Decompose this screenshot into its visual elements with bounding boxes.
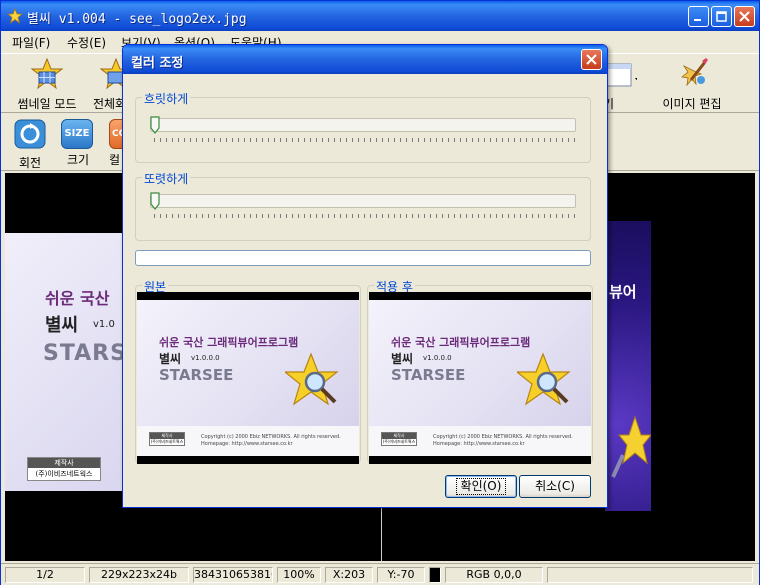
status-x: X:203 bbox=[325, 567, 373, 583]
bg-maker-name: (주)이비즈네트웍스 bbox=[35, 470, 93, 478]
ok-button-label: 확인(O) bbox=[455, 478, 507, 495]
after-group: 적용 후 쉬운 국산 그래픽뷰어프로그램 별씨 v1.0.0.0 STARSEE… bbox=[367, 278, 593, 464]
sharpen-slider-thumb[interactable] bbox=[150, 192, 160, 210]
app-star-icon bbox=[7, 8, 23, 24]
bg-right-text: 뷰어 bbox=[609, 283, 637, 301]
original-preview: 쉬운 국산 그래픽뷰어프로그램 별씨 v1.0.0.0 STARSEE 제작사 … bbox=[137, 292, 359, 464]
preview-maker-badge: 제작사 (주)이비즈네트웍스 bbox=[149, 432, 185, 446]
preview-version: v1.0.0.0 bbox=[191, 354, 220, 362]
blur-slider-thumb[interactable] bbox=[150, 116, 160, 134]
preview-homepage: Homepage: http://www.starsee.co.kr bbox=[433, 441, 525, 447]
after-preview: 쉬운 국산 그래픽뷰어프로그램 별씨 v1.0.0.0 STARSEE 제작사 … bbox=[369, 292, 591, 464]
minimize-icon bbox=[694, 19, 701, 21]
bg-app-name: 별씨 bbox=[45, 315, 79, 336]
view-button[interactable]: 기 bbox=[603, 58, 643, 112]
status-rgb: RGB 0,0,0 bbox=[445, 567, 543, 583]
progress-bar bbox=[135, 250, 591, 266]
blur-slider-track[interactable] bbox=[150, 118, 576, 132]
edit-brush-icon bbox=[681, 58, 708, 87]
original-preview-image: 쉬운 국산 그래픽뷰어프로그램 별씨 v1.0.0.0 STARSEE 제작사 … bbox=[137, 300, 359, 456]
preview-maker-name: (주)이비즈네트웍스 bbox=[382, 439, 416, 444]
blur-label: 흐릿하게 bbox=[142, 90, 191, 107]
star-magnifier-icon bbox=[517, 352, 571, 406]
size-label: 크기 bbox=[66, 153, 90, 167]
status-y: Y:-70 bbox=[377, 567, 425, 583]
maximize-icon bbox=[716, 11, 727, 22]
rotate-label: 회전 bbox=[18, 156, 42, 170]
close-button[interactable] bbox=[734, 6, 755, 27]
status-bar: 1/2 229x223x24b 384310653816( 100% X:203… bbox=[1, 563, 759, 585]
thumbnail-mode-button[interactable]: 썸네일 모드 bbox=[13, 57, 81, 112]
window-title: 별씨 v1.004 - see_logo2ex.jpg bbox=[27, 12, 247, 27]
sharpen-slider-ticks bbox=[154, 214, 576, 218]
bg-version: v1.0 bbox=[93, 319, 115, 330]
dialog-title: 컬러 조정 bbox=[131, 56, 184, 71]
bg-maker-badge: 제작사 (주)이비즈네트웍스 bbox=[27, 457, 101, 481]
menu-file[interactable]: 파일(F) bbox=[12, 34, 50, 51]
preview-copyright: Copyright (c) 2000 Ebiz NETWORKS. All ri… bbox=[201, 434, 341, 440]
background-image-left: 쉬운 국산 별씨 v1.0 STARS 제작사 (주)이비즈네트웍스 bbox=[5, 233, 127, 491]
dialog-close-button[interactable] bbox=[581, 49, 602, 70]
preview-brand: STARSEE bbox=[391, 366, 466, 384]
size-button[interactable]: SIZE 크기 bbox=[61, 119, 95, 168]
preview-homepage: Homepage: http://www.starsee.co.kr bbox=[201, 441, 293, 447]
background-image-right: 뷰어 bbox=[605, 221, 651, 511]
preview-version: v1.0.0.0 bbox=[423, 354, 452, 362]
image-edit-label: 이미지 편집 bbox=[662, 97, 722, 111]
ok-button[interactable]: 확인(O) bbox=[445, 475, 517, 498]
menu-edit[interactable]: 수정(E) bbox=[67, 34, 106, 51]
sharpen-label: 또렷하게 bbox=[142, 170, 191, 187]
view-label: 기 bbox=[603, 97, 615, 111]
thumbnail-mode-label: 썸네일 모드 bbox=[17, 97, 77, 111]
bg-maker-label: 제작사 bbox=[28, 458, 100, 468]
rotate-icon bbox=[14, 119, 46, 149]
blur-group: 흐릿하게 bbox=[135, 90, 591, 163]
rotate-button[interactable]: 회전 bbox=[13, 119, 47, 171]
dialog-title-bar[interactable]: 컬러 조정 bbox=[123, 45, 607, 74]
bg-tagline: 쉬운 국산 bbox=[45, 289, 110, 308]
preview-tagline: 쉬운 국산 그래픽뷰어프로그램 bbox=[391, 336, 531, 349]
preview-tagline: 쉬운 국산 그래픽뷰어프로그램 bbox=[159, 336, 299, 349]
close-icon bbox=[586, 54, 597, 65]
status-color-swatch bbox=[429, 567, 441, 583]
color-adjust-dialog: 컬러 조정 흐릿하게 또렷하게 원본 쉬운 국산 그래픽뷰어프로그램 별씨 v1… bbox=[122, 44, 608, 508]
image-edit-button[interactable]: 이미지 편집 bbox=[657, 58, 727, 112]
preview-maker-badge: 제작사 (주)이비즈네트웍스 bbox=[381, 432, 417, 446]
preview-app-name: 별씨 bbox=[391, 352, 414, 366]
preview-copyright: Copyright (c) 2000 Ebiz NETWORKS. All ri… bbox=[433, 434, 573, 440]
blur-slider-ticks bbox=[154, 138, 576, 142]
after-preview-image: 쉬운 국산 그래픽뷰어프로그램 별씨 v1.0.0.0 STARSEE 제작사 … bbox=[369, 300, 591, 456]
cancel-button[interactable]: 취소(C) bbox=[519, 475, 591, 498]
original-group: 원본 쉬운 국산 그래픽뷰어프로그램 별씨 v1.0.0.0 STARSEE 제… bbox=[135, 278, 361, 464]
star-magnifier-icon bbox=[285, 352, 339, 406]
cancel-button-label: 취소(C) bbox=[535, 479, 575, 493]
maximize-button[interactable] bbox=[711, 6, 732, 27]
star-grid-icon bbox=[30, 57, 64, 90]
status-page: 1/2 bbox=[5, 567, 85, 583]
bg-star-icon bbox=[611, 415, 651, 478]
sharpen-slider-track[interactable] bbox=[150, 194, 576, 208]
sharpen-group: 또렷하게 bbox=[135, 170, 591, 241]
view-icon bbox=[604, 63, 638, 87]
preview-brand: STARSEE bbox=[159, 366, 234, 384]
status-dimensions: 229x223x24b bbox=[89, 567, 189, 583]
preview-app-name: 별씨 bbox=[159, 352, 182, 366]
title-bar[interactable]: 별씨 v1.004 - see_logo2ex.jpg bbox=[1, 1, 759, 31]
status-empty bbox=[547, 567, 753, 583]
status-zoom: 100% bbox=[277, 567, 321, 583]
status-filesize: 384310653816( bbox=[193, 567, 273, 583]
preview-maker-name: (주)이비즈네트웍스 bbox=[150, 439, 184, 444]
close-icon bbox=[739, 11, 750, 22]
size-icon: SIZE bbox=[61, 119, 93, 149]
preview-footer: 제작사 (주)이비즈네트웍스 Copyright (c) 2000 Ebiz N… bbox=[137, 426, 359, 456]
preview-footer: 제작사 (주)이비즈네트웍스 Copyright (c) 2000 Ebiz N… bbox=[369, 426, 591, 456]
bg-brand: STARS bbox=[43, 341, 127, 366]
minimize-button[interactable] bbox=[688, 6, 709, 27]
